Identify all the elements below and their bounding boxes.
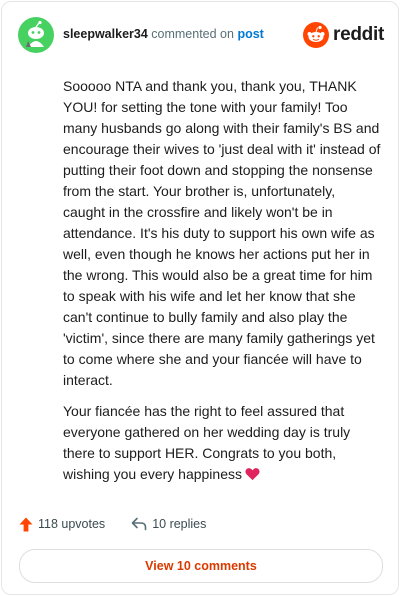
reply-count: 10 replies — [152, 517, 207, 531]
comment-header: sleepwalker34 commented on post reddit — [18, 17, 384, 53]
upvote-arrow-icon — [19, 517, 33, 531]
comment-meta: sleepwalker34 commented on post — [63, 27, 264, 41]
comment-body: Sooooo NTA and thank you, thank you, THA… — [63, 76, 381, 495]
heart-emoji-icon — [245, 468, 260, 481]
post-link[interactable]: post — [237, 27, 263, 41]
replies-button[interactable]: 10 replies — [131, 517, 206, 531]
view-comments-button[interactable]: View 10 comments — [19, 549, 383, 583]
upvote-button[interactable]: 118 upvotes — [19, 517, 105, 532]
reddit-brand[interactable]: reddit — [303, 21, 384, 49]
comment-paragraph: Sooooo NTA and thank you, thank you, THA… — [63, 78, 381, 388]
comment-card: sleepwalker34 commented on post reddit S… — [1, 1, 399, 595]
comment-paragraph: Your fiancée has the right to feel assur… — [63, 403, 351, 482]
comment-actions: 118 upvotes 10 replies — [19, 514, 206, 534]
username-link[interactable]: sleepwalker34 — [63, 27, 148, 41]
brand-name: reddit — [333, 24, 384, 45]
action-text: commented on — [151, 27, 234, 41]
upvote-count: 118 upvotes — [38, 517, 106, 531]
reddit-logo-icon — [303, 22, 330, 48]
reply-arrow-icon — [131, 517, 147, 531]
avatar-icon[interactable] — [18, 17, 54, 53]
